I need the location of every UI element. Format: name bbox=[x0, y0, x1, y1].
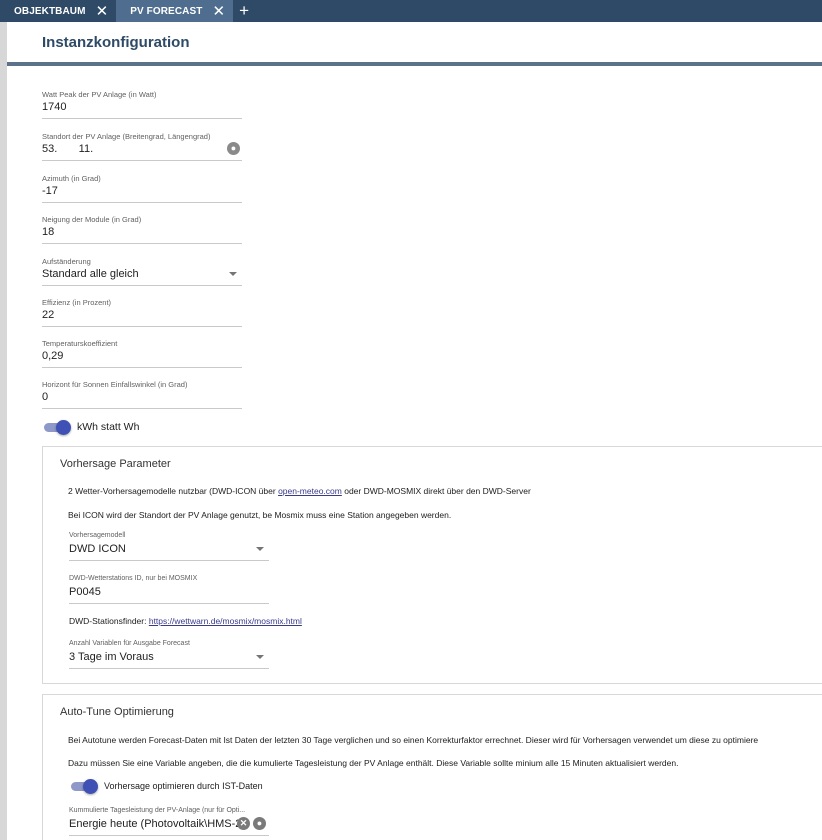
tab-bar: OBJEKTBAUM ✕ PV FORECAST ✕ + bbox=[0, 0, 822, 22]
field-value[interactable]: Energie heute (Photovoltaik\HMS-2( bbox=[69, 818, 239, 830]
chevron-down-icon[interactable] bbox=[229, 272, 237, 276]
field-label: Azimuth (in Grad) bbox=[42, 174, 101, 183]
stationsfinder-link[interactable]: https://wettwarn.de/mosmix/mosmix.html bbox=[149, 616, 302, 626]
section-title: Vorhersage Parameter bbox=[60, 458, 171, 470]
left-gutter bbox=[0, 22, 7, 840]
field-value[interactable]: P0045 bbox=[69, 586, 101, 598]
tab-label: PV FORECAST bbox=[130, 5, 203, 17]
page-title: Instanzkonfiguration bbox=[42, 33, 190, 51]
field-value[interactable]: 22 bbox=[42, 309, 54, 321]
field-label: Kummulierte Tagesleistung der PV-Anlage … bbox=[69, 807, 246, 814]
tab-objektbaum[interactable]: OBJEKTBAUM ✕ bbox=[0, 0, 116, 22]
field-value[interactable]: 3 Tage im Voraus bbox=[69, 651, 154, 663]
effizienz-field[interactable]: Effizienz (in Prozent) 22 bbox=[42, 298, 242, 327]
field-label: Effizienz (in Prozent) bbox=[42, 298, 112, 307]
tab-pv-forecast[interactable]: PV FORECAST ✕ bbox=[116, 0, 234, 22]
vorhersage-text-2: Bei ICON wird der Standort der PV Anlage… bbox=[68, 510, 452, 520]
field-label: Vorhersagemodell bbox=[69, 532, 126, 539]
info-icon[interactable]: ● bbox=[253, 817, 266, 830]
toggle-track[interactable] bbox=[71, 778, 98, 794]
open-meteo-link[interactable]: open-meteo.com bbox=[278, 486, 342, 496]
standort-field[interactable]: Standort der PV Anlage (Breitengrad, Län… bbox=[42, 132, 242, 161]
clear-icon[interactable]: ✕ bbox=[237, 817, 250, 830]
section-title: Auto-Tune Optimierung bbox=[60, 706, 174, 718]
toggle-track[interactable] bbox=[44, 419, 71, 435]
field-label: Aufständerung bbox=[42, 257, 91, 266]
field-label: Temperaturskoeffizient bbox=[42, 339, 118, 348]
field-value[interactable]: 18 bbox=[42, 226, 54, 238]
watt-peak-field[interactable]: Watt Peak der PV Anlage (in Watt) 1740 bbox=[42, 90, 242, 119]
close-icon[interactable]: ✕ bbox=[212, 4, 225, 19]
chevron-down-icon[interactable] bbox=[256, 547, 264, 551]
panel-header: Instanzkonfiguration bbox=[7, 22, 822, 66]
aufstaenderung-select[interactable]: Aufständerung Standard alle gleich bbox=[42, 257, 242, 286]
close-icon[interactable]: ✕ bbox=[96, 4, 109, 19]
add-tab-icon[interactable]: + bbox=[233, 0, 257, 22]
toggle-knob[interactable] bbox=[56, 419, 71, 435]
field-label: Watt Peak der PV Anlage (in Watt) bbox=[42, 90, 157, 99]
field-value[interactable]: -17 bbox=[42, 185, 58, 197]
field-value[interactable]: 0,29 bbox=[42, 350, 63, 362]
anzahl-variablen-select[interactable]: Anzahl Variablen für Ausgabe Forecast 3 … bbox=[69, 640, 269, 669]
autotune-text-1: Bei Autotune werden Forecast-Daten mit I… bbox=[68, 735, 759, 745]
optimieren-toggle[interactable]: Vorhersage optimieren durch IST-Daten bbox=[71, 778, 263, 794]
tab-label: OBJEKTBAUM bbox=[14, 5, 86, 17]
kumulierte-tagesleistung-field[interactable]: Kummulierte Tagesleistung der PV-Anlage … bbox=[69, 807, 269, 836]
field-label: DWD-Wetterstations ID, nur bei MOSMIX bbox=[69, 575, 198, 582]
horizont-field[interactable]: Horizont für Sonnen Einfallswinkel (in G… bbox=[42, 380, 242, 409]
field-value[interactable]: Standard alle gleich bbox=[42, 268, 139, 280]
text-prefix: 2 Wetter-Vorhersagemodelle nutzbar (DWD-… bbox=[68, 486, 279, 496]
stationsfinder-text: DWD-Stationsfinder: https://wettwarn.de/… bbox=[69, 616, 302, 626]
azimuth-field[interactable]: Azimuth (in Grad) -17 bbox=[42, 174, 242, 203]
kwh-toggle[interactable]: kWh statt Wh bbox=[44, 419, 140, 435]
field-label: Horizont für Sonnen Einfallswinkel (in G… bbox=[42, 380, 188, 389]
wetterstation-field[interactable]: DWD-Wetterstations ID, nur bei MOSMIX P0… bbox=[69, 575, 269, 604]
text-prefix: DWD-Stationsfinder: bbox=[69, 616, 149, 626]
toggle-label: Vorhersage optimieren durch IST-Daten bbox=[104, 781, 263, 791]
config-panel: Instanzkonfiguration Watt Peak der PV An… bbox=[7, 22, 822, 840]
field-value[interactable]: 0 bbox=[42, 391, 48, 403]
field-label: Standort der PV Anlage (Breitengrad, Län… bbox=[42, 132, 211, 141]
location-icon[interactable]: ● bbox=[227, 142, 240, 155]
chevron-down-icon[interactable] bbox=[256, 655, 264, 659]
field-value[interactable]: 1740 bbox=[42, 101, 66, 113]
field-label: Anzahl Variablen für Ausgabe Forecast bbox=[69, 640, 190, 647]
field-value[interactable]: 53. 11. bbox=[42, 143, 93, 155]
neigung-field[interactable]: Neigung der Module (in Grad) 18 bbox=[42, 215, 242, 244]
vorhersage-text-1: 2 Wetter-Vorhersagemodelle nutzbar (DWD-… bbox=[68, 486, 531, 496]
vorhersagemodell-select[interactable]: Vorhersagemodell DWD ICON bbox=[69, 532, 269, 561]
toggle-label: kWh statt Wh bbox=[77, 421, 140, 433]
field-label: Neigung der Module (in Grad) bbox=[42, 215, 142, 224]
temperatur-field[interactable]: Temperaturskoeffizient 0,29 bbox=[42, 339, 242, 368]
field-value[interactable]: DWD ICON bbox=[69, 543, 126, 555]
autotune-text-2: Dazu müssen Sie eine Variable angeben, d… bbox=[68, 758, 679, 768]
toggle-knob[interactable] bbox=[83, 778, 98, 794]
text-suffix: oder DWD-MOSMIX direkt über den DWD-Serv… bbox=[341, 486, 531, 496]
